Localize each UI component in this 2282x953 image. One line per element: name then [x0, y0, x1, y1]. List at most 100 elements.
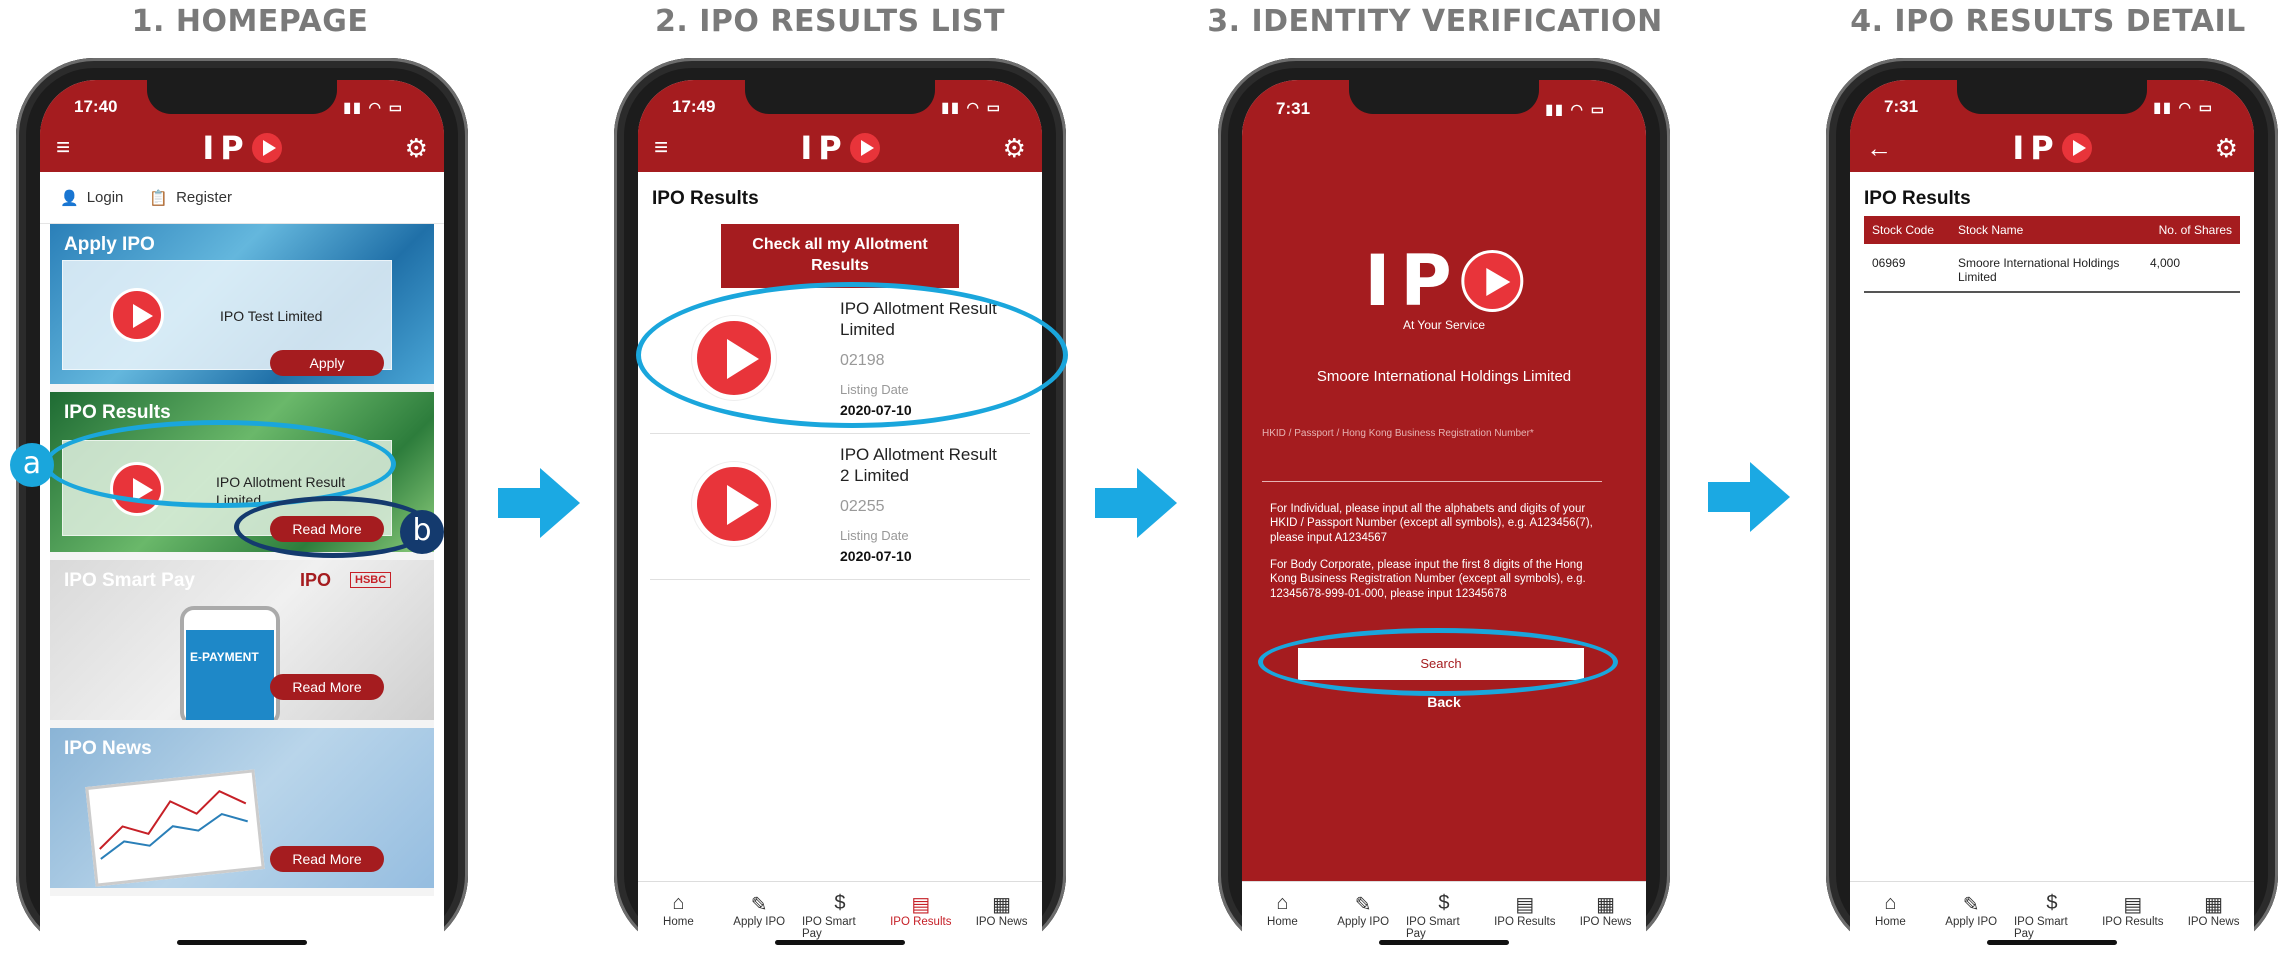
screen-results-detail: 7:31 ▮▮ ◠ ▭ ← IP ⚙ IPO Results Stock Cod… — [1850, 80, 2254, 953]
annotation-badge-a: a — [10, 443, 54, 487]
page-title: IPO Results — [652, 188, 759, 209]
status-time: 7:31 — [1884, 97, 1919, 116]
card-smart-pay[interactable]: IPO Smart Pay IPO HSBC E-PAYMENT Read Mo… — [50, 560, 434, 728]
hsbc-badge: HSBC — [350, 572, 392, 588]
status-time: 17:40 — [74, 97, 118, 116]
annotation-badge-b: b — [400, 510, 444, 554]
home-indicator — [177, 940, 307, 945]
card-company: IPO Test Limited — [220, 308, 323, 324]
logo-play-icon — [1461, 250, 1524, 312]
gear-icon[interactable]: ⚙ — [2210, 133, 2238, 164]
tab-home[interactable]: ⌂ Home — [1244, 892, 1320, 953]
column-header: Stock Code — [1872, 223, 1935, 237]
listing-date: 2020-07-10 — [840, 548, 912, 564]
menu-icon[interactable]: ≡ — [654, 134, 682, 162]
home-indicator — [775, 940, 905, 945]
read-more-button[interactable]: Read More — [270, 674, 384, 700]
user-icon: 👤 — [60, 189, 79, 207]
status-time: 7:31 — [1276, 99, 1311, 118]
signal-icon: ▮▮ ◠ ▭ — [2153, 98, 2214, 115]
home-indicator — [1379, 940, 1509, 945]
login-link[interactable]: 👤 Login — [60, 189, 123, 207]
tab-ipo-news[interactable]: ▦ IPO News — [2176, 892, 2252, 953]
listing-date-label: Listing Date — [840, 528, 909, 543]
stock-code: 06969 — [1872, 256, 1906, 270]
phone-results-detail: 7:31 ▮▮ ◠ ▭ ← IP ⚙ IPO Results Stock Cod… — [1826, 58, 2278, 953]
apply-button[interactable]: Apply — [270, 350, 384, 376]
logo-play-icon — [849, 133, 880, 163]
app-logo-large: IP — [1364, 240, 1524, 322]
play-logo-icon — [692, 462, 776, 546]
gear-icon[interactable]: ⚙ — [400, 133, 428, 164]
phone-notch — [1957, 80, 2147, 114]
read-more-button[interactable]: Read More — [270, 846, 384, 872]
app-header: ← IP ⚙ — [1850, 124, 2254, 172]
newspaper-icon: ▦ — [2204, 894, 2224, 916]
id-field-label: HKID / Passport / Hong Kong Business Reg… — [1262, 428, 1534, 439]
share-count: 4,000 — [2150, 256, 2181, 270]
flow-arrow-2 — [1095, 468, 1177, 538]
screen-results-list: 17:49 ▮▮ ◠ ▭ ≡ IP ⚙ IPO Results Check al… — [638, 80, 1042, 953]
clipboard-icon: 📋 — [149, 189, 169, 207]
card-title: IPO Results — [64, 402, 171, 423]
tab-home[interactable]: ⌂ Home — [640, 892, 716, 953]
status-time: 17:49 — [672, 97, 716, 116]
register-link[interactable]: 📋 Register — [149, 189, 232, 207]
annotation-ring-result — [636, 282, 1068, 428]
dollar-icon: $ — [1438, 892, 1450, 914]
phone-notch — [1349, 80, 1539, 114]
id-input[interactable] — [1262, 452, 1602, 482]
tab-ipo-news[interactable]: ▦ IPO News — [1568, 892, 1644, 953]
step-title-homepage: 1. HOMEPAGE — [131, 4, 369, 39]
check-allotment-button[interactable]: Check all my Allotment Results — [721, 224, 959, 288]
logo-play-icon — [251, 133, 282, 163]
result-list-item[interactable]: IPO Allotment Result 2 Limited 02255 Lis… — [650, 434, 1030, 580]
clipboard-icon: ▤ — [2123, 894, 2143, 916]
step-title-detail: 4. IPO RESULTS DETAIL — [1850, 4, 2246, 39]
back-button[interactable]: Back — [1242, 694, 1646, 710]
flow-arrow-3 — [1708, 462, 1790, 532]
annotation-ring-search — [1258, 628, 1618, 696]
column-header: No. of Shares — [2158, 223, 2232, 237]
tab-home[interactable]: ⌂ Home — [1852, 892, 1928, 953]
page-title: IPO Results — [1864, 188, 1971, 209]
tablet-illustration — [85, 769, 265, 887]
signal-icon: ▮▮ ◠ ▭ — [941, 98, 1002, 115]
phone-notch — [745, 80, 935, 114]
clipboard-icon: ▤ — [911, 894, 931, 916]
smartpay-brand: IPO — [300, 570, 332, 590]
menu-icon[interactable]: ≡ — [56, 134, 84, 162]
login-label: Login — [86, 189, 124, 206]
card-apply-ipo[interactable]: Apply IPO IPO Test Limited Apply — [50, 224, 434, 392]
epayment-screen — [186, 630, 274, 720]
result-name: IPO Allotment Result 2 Limited — [840, 445, 997, 486]
instruction-corporate: For Body Corporate, please input the fir… — [1270, 559, 1586, 600]
app-logo: IP — [2012, 129, 2092, 167]
card-ipo-news[interactable]: IPO News Read More — [50, 728, 434, 896]
epayment-label: E-PAYMENT — [190, 650, 259, 664]
pencil-icon: ✎ — [1962, 894, 1980, 916]
app-logo: IP — [202, 129, 282, 167]
card-title: Apply IPO — [64, 234, 155, 255]
column-header: Stock Name — [1958, 223, 2024, 237]
pencil-icon: ✎ — [1354, 894, 1372, 916]
tab-ipo-news[interactable]: ▦ IPO News — [964, 892, 1040, 953]
back-arrow-icon[interactable]: ← — [1866, 133, 1894, 164]
home-icon: ⌂ — [1276, 892, 1289, 914]
verification-panel: 7:31 ▮▮ ◠ ▭ IP At Your Service Smoore In… — [1242, 80, 1646, 881]
card-title: IPO Smart Pay — [64, 570, 195, 591]
logo-play-icon — [2061, 133, 2092, 163]
home-indicator — [1987, 940, 2117, 945]
auth-row: 👤 Login 📋 Register — [40, 172, 444, 224]
phone-notch — [147, 80, 337, 114]
register-label: Register — [176, 189, 232, 206]
phone-identity: 7:31 ▮▮ ◠ ▭ IP At Your Service Smoore In… — [1218, 58, 1670, 953]
flow-arrow-1 — [498, 468, 580, 538]
tagline: At Your Service — [1402, 318, 1486, 332]
clipboard-icon: ▤ — [1515, 894, 1535, 916]
gear-icon[interactable]: ⚙ — [998, 133, 1026, 164]
stock-name: Smoore International Holdings Limited — [1958, 256, 2120, 285]
results-table-header: Stock Code Stock Name No. of Shares — [1864, 216, 2240, 244]
app-logo: IP — [800, 129, 880, 167]
phone-results-list: 17:49 ▮▮ ◠ ▭ ≡ IP ⚙ IPO Results Check al… — [614, 58, 1066, 953]
